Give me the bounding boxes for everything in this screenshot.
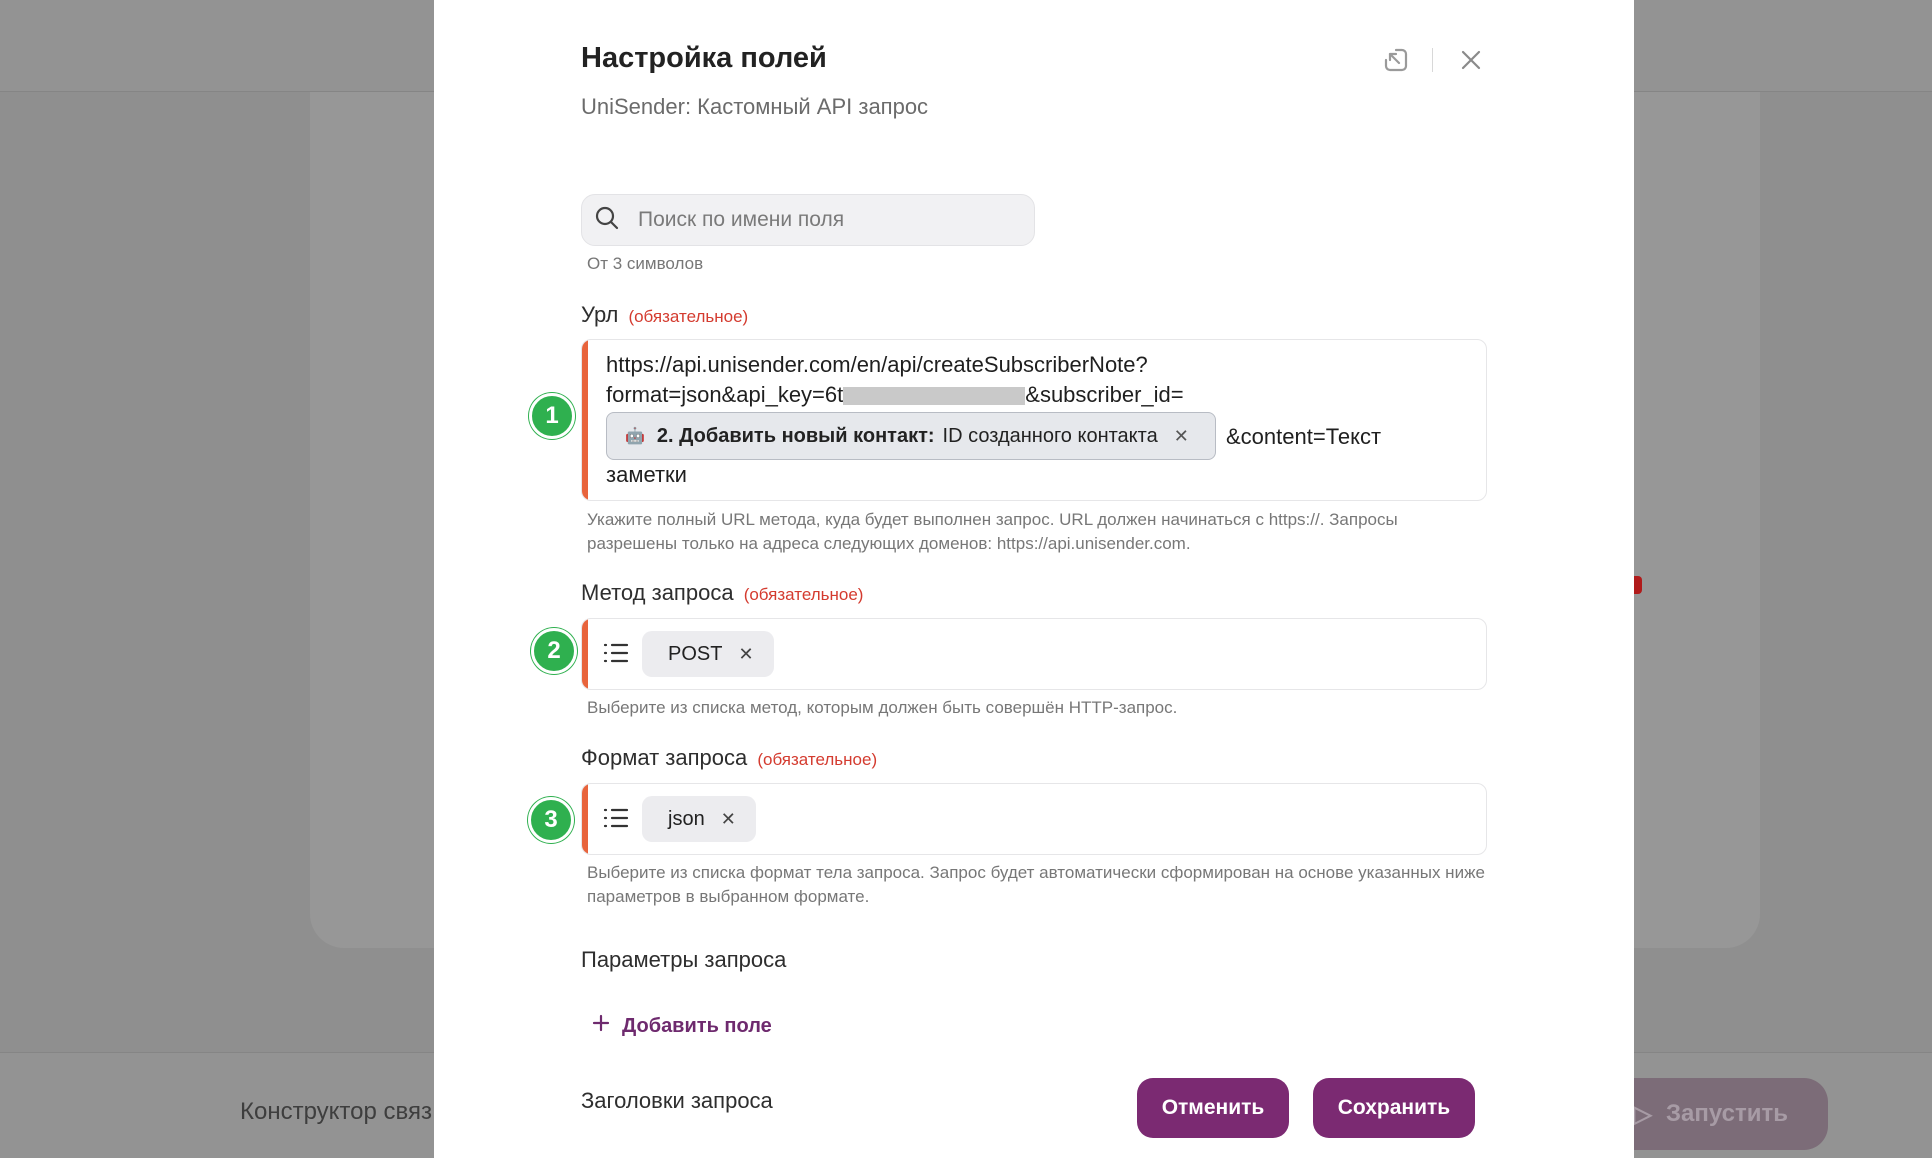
method-label: Метод запроса (обязательное) <box>581 580 863 606</box>
format-required-marker: (обязательное) <box>757 750 878 769</box>
list-icon <box>602 804 630 832</box>
url-api-key-prefix: format=json&api_key=6t <box>606 382 844 407</box>
method-tag-label: POST <box>668 642 723 665</box>
cancel-button[interactable]: Отменить <box>1137 1078 1289 1138</box>
close-icon[interactable]: ✕ <box>1174 426 1189 447</box>
format-tag: json ✕ <box>642 796 756 842</box>
method-required-marker: (обязательное) <box>743 585 864 604</box>
url-label-text: Урл <box>581 302 619 327</box>
header-divider <box>1432 48 1433 72</box>
redacted-api-key <box>843 387 1026 406</box>
url-subscriber-param: &subscriber_id= <box>1025 382 1184 407</box>
variable-chip-value: ID созданного контакта <box>942 424 1158 447</box>
variable-chip-step: 2. Добавить новый контакт: <box>656 424 935 447</box>
search-hint: От 3 символов <box>587 254 704 273</box>
background-footer-title: Конструктор связ <box>240 1098 432 1125</box>
close-icon[interactable] <box>1455 44 1487 76</box>
url-line-2: format=json&api_key=6t &subscriber_id= <box>606 382 1184 408</box>
request-params-heading: Параметры запроса <box>581 947 787 972</box>
method-select[interactable]: POST ✕ <box>581 618 1487 690</box>
search-icon <box>594 205 620 236</box>
format-select[interactable]: json ✕ <box>581 783 1487 855</box>
method-helper-text: Выберите из списка метод, которым должен… <box>587 698 1178 717</box>
collapse-icon[interactable] <box>1380 44 1412 76</box>
url-content-param: &content=Текст <box>1226 424 1382 449</box>
field-settings-modal: Настройка полей UniSender: Кастомный API… <box>434 0 1634 1158</box>
plus-icon <box>592 1014 610 1038</box>
add-field-button[interactable]: Добавить поле <box>592 1014 772 1038</box>
format-tag-label: json <box>668 807 705 830</box>
run-button-label: Запустить <box>1666 1100 1788 1127</box>
url-field[interactable]: https://api.unisender.com/en/api/createS… <box>581 339 1487 501</box>
url-line-4: заметки <box>606 462 687 487</box>
play-icon: ▷ <box>1633 1100 1652 1128</box>
method-label-text: Метод запроса <box>581 580 734 605</box>
close-icon[interactable]: ✕ <box>738 644 753 665</box>
url-line-1: https://api.unisender.com/en/api/createS… <box>606 352 1148 377</box>
save-button[interactable]: Сохранить <box>1313 1078 1475 1138</box>
add-field-label: Добавить поле <box>622 1014 772 1037</box>
step-badge-2: 2 <box>531 628 577 674</box>
robot-icon: 🤖 <box>625 428 645 445</box>
request-headers-heading: Заголовки запроса <box>581 1088 773 1113</box>
url-helper-text: Укажите полный URL метода, куда будет вы… <box>587 510 1398 553</box>
url-label: Урл (обязательное) <box>581 302 748 328</box>
format-label-text: Формат запроса <box>581 745 748 770</box>
search-input[interactable] <box>638 208 1018 232</box>
modal-subtitle: UniSender: Кастомный API запрос <box>581 94 929 119</box>
variable-chip[interactable]: 🤖 2. Добавить новый контакт: ID созданно… <box>606 412 1216 460</box>
run-button[interactable]: ▷ Запустить <box>1600 1078 1828 1150</box>
format-helper-text: Выберите из списка формат тела запроса. … <box>587 863 1485 906</box>
method-tag: POST ✕ <box>642 631 774 677</box>
url-required-marker: (обязательное) <box>628 307 749 326</box>
step-badge-3: 3 <box>528 797 574 843</box>
modal-header-actions <box>1380 44 1500 76</box>
close-icon[interactable]: ✕ <box>721 809 736 830</box>
field-search <box>581 194 1035 246</box>
modal-title: Настройка полей <box>581 42 827 74</box>
format-label: Формат запроса (обязательное) <box>581 745 877 771</box>
step-badge-1: 1 <box>529 393 575 439</box>
list-icon <box>602 639 630 667</box>
